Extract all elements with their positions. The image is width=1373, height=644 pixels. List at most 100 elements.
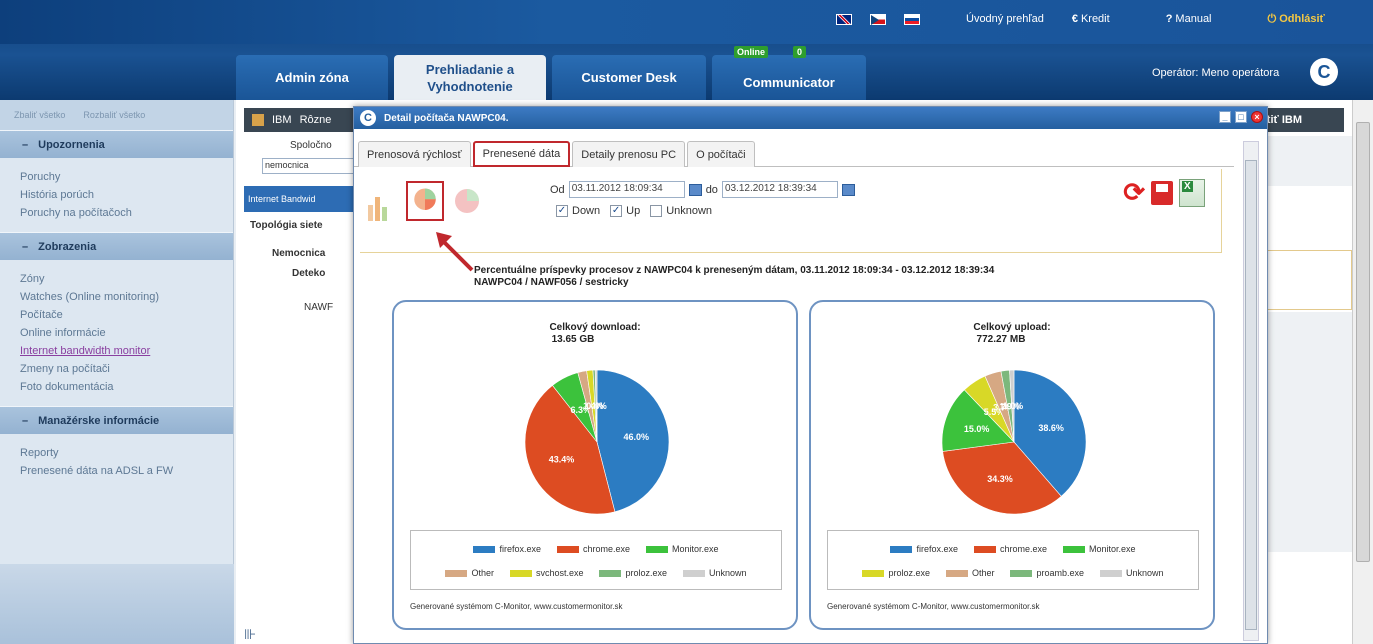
legend-item: Monitor.exe [646,544,719,554]
unknown-label: Unknown [666,205,713,217]
tab-customer-desk[interactable]: Customer Desk [552,55,706,100]
tab-admin[interactable]: Admin zóna [236,55,388,100]
ibm-icon [252,114,264,126]
internet-bandwidth-tab[interactable]: Internet Bandwid [244,186,364,212]
maximize-icon[interactable]: □ [1235,111,1247,123]
tab-communicator-label: Communicator [743,75,835,90]
legend-swatch [945,569,968,577]
sidebar-item-pc-changes[interactable]: Zmeny na počítači [20,360,233,378]
upload-legend: firefox.exe chrome.exe Monitor.exe proloz.… [827,530,1199,590]
dialog-toolbar: Od 03.11.2012 18:09:34 do 03.12.2012 18:… [360,169,1222,253]
legend-swatch [890,545,913,553]
legend-label: Monitor.exe [672,544,719,554]
sidebar-item-fault-history[interactable]: História porúch [20,186,233,204]
cmonitor-logo-icon: C [360,110,376,126]
tab-transferred-data[interactable]: Prenesené dáta [472,141,571,167]
legend-swatch [473,545,496,553]
czech-flag-icon[interactable] [870,14,886,25]
legend-item: proloz.exe [862,568,930,578]
sidebar-item-computers[interactable]: Počítače [20,306,233,324]
tree-node-pc[interactable]: NAWF [304,302,333,313]
legend-swatch [646,545,669,553]
sidebar-item-adsl-fw[interactable]: Prenesené dáta na ADSL a FW [20,462,233,480]
sidebar-item-watches[interactable]: Watches (Online monitoring) [20,288,233,306]
sidebar-section-management[interactable]: Manažérske informácie [0,406,233,434]
top-links: Úvodný prehľad € Kredit ? Manual ⏻ Odhlásiť [966,13,1373,26]
overview-link[interactable]: Úvodný prehľad [966,13,1044,26]
export-tools: ⟳ [1123,177,1205,208]
save-icon[interactable] [1151,180,1173,205]
toolbar-ibm-label[interactable]: IBM [272,114,292,126]
pie-data-label: 43.4% [549,455,575,465]
date-from-input[interactable]: 03.11.2012 18:09:34 [568,181,685,198]
refresh-icon[interactable]: ⟳ [1123,177,1145,208]
legend-label: Other [471,568,494,578]
unknown-checkbox[interactable] [650,205,663,217]
close-icon[interactable]: × [1251,111,1263,123]
sidebar-list-alerts: Poruchy História porúch Poruchy na počít… [0,158,233,232]
upload-chart-panel: Celkový upload: 772.27 MB 38.6% 34.3% 15.0… [809,300,1215,630]
download-chart-header: Celkový download: 13.65 GB [394,322,796,346]
company-input[interactable]: nemocnica [262,158,362,174]
tab-browse[interactable]: Prehliadanie a Vyhodnotenie [394,55,546,100]
logout-link[interactable]: ⏻ Odhlásiť [1268,13,1353,26]
legend-label: chrome.exe [999,544,1048,554]
dialog-scrollbar[interactable] [1243,141,1259,641]
tab-communicator[interactable]: Communicator [712,55,866,100]
legend-label: Unknown [1126,568,1164,578]
pie-chart-upload-icon[interactable] [450,185,484,219]
date-to-input[interactable]: 03.12.2012 18:39:34 [721,181,838,198]
tree-node-detect[interactable]: Deteko [292,268,325,279]
tree-toggle-icon[interactable]: ⊪ [244,626,256,643]
operator-label: Operátor: Meno operátora [1152,67,1280,79]
down-checkbox[interactable]: ✓ [556,205,568,217]
sidebar-item-online-info[interactable]: Online informácie [20,324,233,342]
chart-title-line2: NAWPC04 / NAWF056 / sestricky [474,277,629,288]
euro-icon: € [1071,13,1078,25]
legend-swatch [599,569,622,577]
excel-export-icon[interactable] [1179,178,1205,207]
sidebar-item-faults[interactable]: Poruchy [20,168,233,186]
manual-label: Manual [1175,13,1212,25]
collapse-all-link[interactable]: Zbaliť všetko [14,110,65,120]
bar-chart-icon[interactable] [364,189,398,223]
download-chart-title: Celkový download: [549,322,641,333]
minimize-icon[interactable]: _ [1219,111,1231,123]
sidebar: Zbaliť všetko Rozbaliť všetko Upozorneni… [0,100,234,644]
slovak-flag-icon[interactable] [904,14,920,25]
sidebar-item-pc-faults[interactable]: Poruchy na počítačoch [20,204,233,222]
legend-swatch [1100,569,1123,577]
manual-link[interactable]: ? Manual [1166,13,1240,26]
toolbar-other-label[interactable]: Rôzne [300,114,332,126]
calendar-icon[interactable] [841,183,855,196]
english-flag-icon[interactable] [836,14,852,25]
tab-about-pc[interactable]: O počítači [687,141,755,167]
sidebar-item-reports[interactable]: Reporty [20,444,233,462]
main-scrollbar[interactable] [1352,100,1373,644]
computer-detail-dialog: C Detail počítača NAWPC04. _ □ × Prenoso… [353,106,1268,644]
power-icon: ⏻ [1267,13,1277,25]
credit-link[interactable]: € Kredit [1072,13,1138,26]
tab-pc-transfer-details[interactable]: Detaily prenosu PC [572,141,686,167]
online-status-badge: Online [734,46,769,58]
sidebar-toolbar: Zbaliť všetko Rozbaliť všetko [0,100,233,130]
dialog-titlebar[interactable]: C Detail počítača NAWPC04. _ □ × [354,107,1267,129]
legend-label: firefox.exe [499,544,541,554]
sidebar-item-photo-docs[interactable]: Foto dokumentácia [20,378,233,396]
tree-node-hospital[interactable]: Nemocnica [272,248,325,259]
sidebar-section-alerts[interactable]: Upozornenia [0,130,233,158]
pie-chart-download-icon[interactable] [406,181,444,221]
up-checkbox[interactable]: ✓ [610,205,623,217]
main-scrollbar-thumb[interactable] [1356,122,1370,562]
dialog-title: Detail počítača NAWPC04. [384,112,509,124]
tab-transfer-speed[interactable]: Prenosová rýchlosť [358,141,471,167]
sidebar-section-views[interactable]: Zobrazenia [0,232,233,260]
sidebar-item-bandwidth-monitor[interactable]: Internet bandwidth monitor [20,342,233,360]
legend-label: proamb.exe [1036,568,1085,578]
calendar-icon[interactable] [688,183,702,196]
upload-legend-row1: firefox.exe chrome.exe Monitor.exe [828,537,1198,561]
dialog-scrollbar-thumb[interactable] [1245,160,1257,630]
topology-label: Topológia siete [250,220,323,231]
expand-all-link[interactable]: Rozbaliť všetko [83,110,145,120]
sidebar-item-zones[interactable]: Zóny [20,270,233,288]
